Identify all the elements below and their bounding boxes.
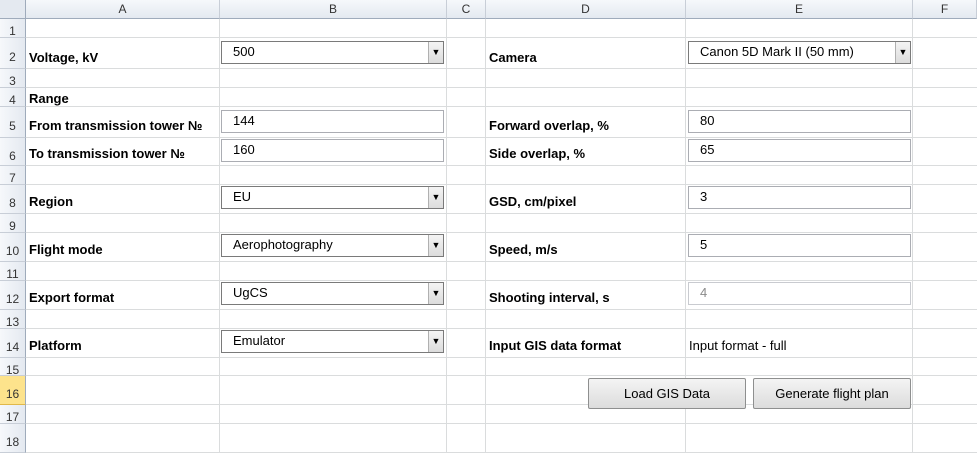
row-header-8[interactable]: 8 bbox=[0, 185, 26, 214]
gsd-input[interactable]: 3 bbox=[688, 186, 911, 209]
forward-overlap-input[interactable]: 80 bbox=[688, 110, 911, 133]
range-label: Range bbox=[29, 91, 69, 106]
column-header-b[interactable]: B bbox=[220, 0, 447, 19]
generate-flight-plan-button[interactable]: Generate flight plan bbox=[753, 378, 911, 409]
voltage-value: 500 bbox=[233, 44, 255, 59]
gridline bbox=[26, 309, 977, 310]
to-tower-input[interactable]: 160 bbox=[221, 139, 444, 162]
region-value: EU bbox=[233, 189, 252, 204]
row-header-1[interactable]: 1 bbox=[0, 19, 26, 38]
gis-format-label: Input GIS data format bbox=[489, 338, 622, 353]
gridline bbox=[26, 87, 977, 88]
row-header-16[interactable]: 16 bbox=[0, 376, 26, 405]
gridline bbox=[26, 184, 977, 185]
shooting-interval-label: Shooting interval, s bbox=[489, 290, 610, 305]
flight-mode-value: Aerophotography bbox=[233, 237, 333, 252]
voltage-dropdown[interactable]: 500 ▼ bbox=[221, 41, 444, 64]
platform-label: Platform bbox=[29, 338, 82, 353]
camera-dropdown[interactable]: Canon 5D Mark II (50 mm) ▼ bbox=[688, 41, 911, 64]
export-format-label: Export format bbox=[29, 290, 115, 305]
gridline bbox=[219, 19, 220, 453]
shooting-interval-input: 4 bbox=[688, 282, 911, 305]
flight-mode-label: Flight mode bbox=[29, 242, 103, 257]
side-overlap-label: Side overlap, % bbox=[489, 146, 586, 161]
side-overlap-input[interactable]: 65 bbox=[688, 139, 911, 162]
gridline bbox=[26, 280, 977, 281]
column-header-a[interactable]: A bbox=[26, 0, 220, 19]
gis-format-value: Input format - full bbox=[689, 338, 787, 353]
row-header-11[interactable]: 11 bbox=[0, 262, 26, 281]
export-format-value: UgCS bbox=[233, 285, 268, 300]
column-header-c[interactable]: C bbox=[447, 0, 486, 19]
column-header-d[interactable]: D bbox=[486, 0, 686, 19]
gridline bbox=[26, 165, 977, 166]
chevron-down-icon[interactable]: ▼ bbox=[428, 187, 443, 208]
chevron-down-icon[interactable]: ▼ bbox=[428, 283, 443, 304]
gridline bbox=[26, 213, 977, 214]
gridline bbox=[26, 137, 977, 138]
gridline bbox=[26, 423, 977, 424]
row-header-2[interactable]: 2 bbox=[0, 38, 26, 69]
camera-value: Canon 5D Mark II (50 mm) bbox=[700, 44, 854, 59]
region-dropdown[interactable]: EU ▼ bbox=[221, 186, 444, 209]
column-header-f[interactable]: F bbox=[913, 0, 977, 19]
speed-label: Speed, m/s bbox=[489, 242, 558, 257]
platform-dropdown[interactable]: Emulator ▼ bbox=[221, 330, 444, 353]
gridline bbox=[26, 375, 977, 376]
gridline bbox=[26, 328, 977, 329]
row-header-9[interactable]: 9 bbox=[0, 214, 26, 233]
row-header-4[interactable]: 4 bbox=[0, 88, 26, 107]
chevron-down-icon[interactable]: ▼ bbox=[428, 42, 443, 63]
voltage-label: Voltage, kV bbox=[29, 50, 99, 65]
gridline bbox=[26, 68, 977, 69]
gridline bbox=[912, 19, 913, 453]
row-header-13[interactable]: 13 bbox=[0, 310, 26, 329]
camera-label: Camera bbox=[489, 50, 537, 65]
gridline bbox=[446, 19, 447, 453]
from-tower-label: From transmission tower № bbox=[29, 118, 203, 133]
from-tower-input[interactable]: 144 bbox=[221, 110, 444, 133]
export-format-dropdown[interactable]: UgCS ▼ bbox=[221, 282, 444, 305]
chevron-down-icon[interactable]: ▼ bbox=[428, 235, 443, 256]
gridline bbox=[26, 232, 977, 233]
row-header-14[interactable]: 14 bbox=[0, 329, 26, 358]
row-header-17[interactable]: 17 bbox=[0, 405, 26, 424]
chevron-down-icon[interactable]: ▼ bbox=[895, 42, 910, 63]
select-all-corner[interactable] bbox=[0, 0, 26, 19]
row-header-7[interactable]: 7 bbox=[0, 166, 26, 185]
gridline bbox=[26, 357, 977, 358]
region-label: Region bbox=[29, 194, 74, 209]
gridline bbox=[26, 261, 977, 262]
gridline bbox=[485, 19, 486, 453]
speed-input[interactable]: 5 bbox=[688, 234, 911, 257]
gridline bbox=[26, 106, 977, 107]
to-tower-label: To transmission tower № bbox=[29, 146, 185, 161]
gridline bbox=[26, 37, 977, 38]
chevron-down-icon[interactable]: ▼ bbox=[428, 331, 443, 352]
platform-value: Emulator bbox=[233, 333, 286, 348]
row-header-6[interactable]: 6 bbox=[0, 138, 26, 166]
forward-overlap-label: Forward overlap, % bbox=[489, 118, 609, 133]
row-header-5[interactable]: 5 bbox=[0, 107, 26, 138]
flight-mode-dropdown[interactable]: Aerophotography ▼ bbox=[221, 234, 444, 257]
row-header-18[interactable]: 18 bbox=[0, 424, 26, 453]
row-header-12[interactable]: 12 bbox=[0, 281, 26, 310]
row-header-15[interactable]: 15 bbox=[0, 358, 26, 377]
load-gis-data-button[interactable]: Load GIS Data bbox=[588, 378, 746, 409]
row-header-3[interactable]: 3 bbox=[0, 69, 26, 88]
row-header-10[interactable]: 10 bbox=[0, 233, 26, 262]
column-header-e[interactable]: E bbox=[686, 0, 913, 19]
gsd-label: GSD, cm/pixel bbox=[489, 194, 577, 209]
